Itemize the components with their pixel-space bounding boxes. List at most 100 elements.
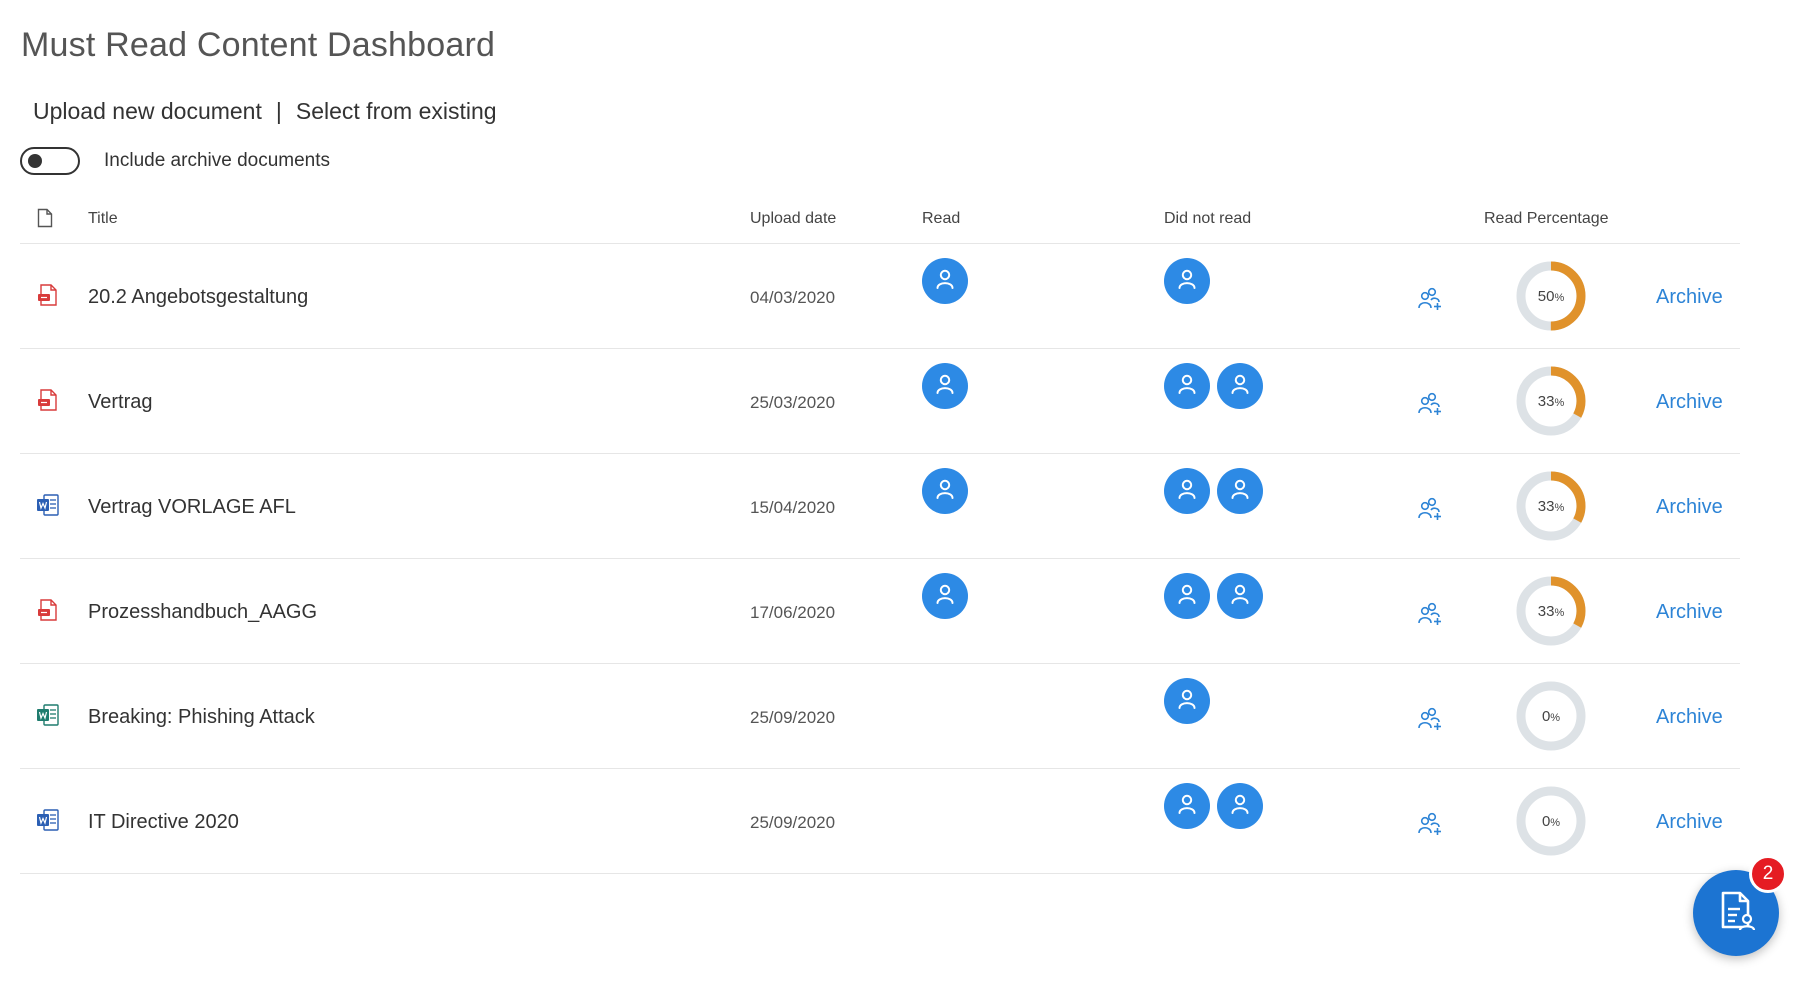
percentage-unit: % [1554,607,1564,619]
add-readers-icon[interactable] [1416,284,1444,312]
table-row: IT Directive 2020 25/09/2020 0% Archive [20,769,1740,874]
percentage-unit: % [1554,502,1564,514]
add-readers-icon[interactable] [1416,704,1444,732]
user-avatar[interactable] [1217,363,1263,409]
percentage-unit: % [1550,817,1560,829]
pdf-document-icon [35,387,61,413]
user-icon [933,477,957,506]
read-percentage-donut: 33% [1514,364,1588,438]
document-reader-icon [1714,889,1758,938]
read-users [922,258,975,304]
percentage-unit: % [1554,397,1564,409]
select-from-existing-link[interactable]: Select from existing [296,98,497,125]
documents-table: Title Upload date Read Did not read Read… [20,203,1740,874]
read-percentage-donut: 0% [1514,679,1588,753]
add-readers-icon[interactable] [1416,599,1444,627]
user-icon [933,267,957,296]
upload-date: 15/04/2020 [750,498,836,517]
user-avatar[interactable] [1164,468,1210,514]
archive-link[interactable]: Archive [1656,286,1723,309]
document-actions: Upload new document | Select from existi… [33,98,497,125]
document-title-link[interactable]: Vertrag VORLAGE AFL [88,496,296,519]
pdf-document-icon [35,597,61,623]
user-icon [1228,372,1252,401]
user-icon [1175,687,1199,716]
user-icon [1228,582,1252,611]
user-avatar[interactable] [1164,363,1210,409]
read-users [922,363,975,409]
user-icon [1175,792,1199,821]
document-title-link[interactable]: Prozesshandbuch_AAGG [88,601,317,624]
read-percentage-donut: 33% [1514,574,1588,648]
archive-link[interactable]: Archive [1656,496,1723,519]
column-header-read[interactable]: Read [922,210,960,228]
user-avatar[interactable] [922,363,968,409]
percentage-label: 33% [1538,393,1565,410]
archive-link[interactable]: Archive [1656,391,1723,414]
user-avatar[interactable] [1164,783,1210,829]
dashboard-page: Must Read Content Dashboard Upload new d… [0,0,1811,1000]
user-avatar[interactable] [1217,468,1263,514]
did-not-read-users [1164,258,1217,304]
percentage-value: 0 [1542,708,1550,725]
percentage-unit: % [1550,712,1560,724]
user-avatar[interactable] [1217,783,1263,829]
include-archive-toggle[interactable] [20,147,80,175]
column-header-title[interactable]: Title [88,210,118,228]
archive-link[interactable]: Archive [1656,601,1723,624]
percentage-value: 33 [1538,393,1555,410]
percentage-label: 33% [1538,603,1565,620]
add-readers-icon[interactable] [1416,389,1444,417]
percentage-label: 0% [1542,813,1560,830]
user-icon [1175,267,1199,296]
document-title-link[interactable]: Breaking: Phishing Attack [88,706,315,729]
upload-date: 04/03/2020 [750,288,836,307]
percentage-label: 33% [1538,498,1565,515]
user-avatar[interactable] [1164,258,1210,304]
did-not-read-users [1164,363,1270,409]
column-header-did-not-read[interactable]: Did not read [1164,210,1251,228]
archive-toggle-row: Include archive documents [20,147,330,175]
percentage-unit: % [1554,292,1564,304]
document-title-link[interactable]: 20.2 Angebotsgestaltung [88,286,308,309]
upload-date: 25/03/2020 [750,393,836,412]
read-percentage-donut: 33% [1514,469,1588,543]
upload-new-document-link[interactable]: Upload new document [33,98,262,125]
user-avatar[interactable] [1164,678,1210,724]
table-row: Vertrag 25/03/2020 33% Archive [20,349,1740,454]
notification-badge: 2 [1749,855,1787,893]
percentage-value: 0 [1542,813,1550,830]
percentage-value: 33 [1538,603,1555,620]
page-title: Must Read Content Dashboard [21,26,496,64]
table-row: Vertrag VORLAGE AFL 15/04/2020 33% Archive [20,454,1740,559]
upload-date: 25/09/2020 [750,813,836,832]
user-avatar[interactable] [1164,573,1210,619]
pdf-document-icon [35,282,61,308]
word-document-icon [35,492,61,518]
column-header-upload-date[interactable]: Upload date [750,210,836,228]
include-archive-label: Include archive documents [104,150,331,171]
user-avatar[interactable] [1217,573,1263,619]
user-avatar[interactable] [922,573,968,619]
user-icon [1228,792,1252,821]
upload-date: 17/06/2020 [750,603,836,622]
word-document-icon [35,807,61,833]
percentage-label: 50% [1538,288,1565,305]
upload-date: 25/09/2020 [750,708,836,727]
percentage-label: 0% [1542,708,1560,725]
user-icon [1175,582,1199,611]
add-readers-icon[interactable] [1416,809,1444,837]
user-icon [933,582,957,611]
column-header-read-percentage[interactable]: Read Percentage [1484,210,1609,228]
add-readers-icon[interactable] [1416,494,1444,522]
user-avatar[interactable] [922,258,968,304]
document-title-link[interactable]: Vertrag [88,391,152,414]
read-percentage-donut: 50% [1514,259,1588,333]
archive-link[interactable]: Archive [1656,706,1723,729]
user-icon [933,372,957,401]
table-body: 20.2 Angebotsgestaltung 04/03/2020 50% Arch… [20,244,1740,874]
table-row: 20.2 Angebotsgestaltung 04/03/2020 50% Arch… [20,244,1740,349]
archive-link[interactable]: Archive [1656,811,1723,834]
document-title-link[interactable]: IT Directive 2020 [88,811,239,834]
user-avatar[interactable] [922,468,968,514]
